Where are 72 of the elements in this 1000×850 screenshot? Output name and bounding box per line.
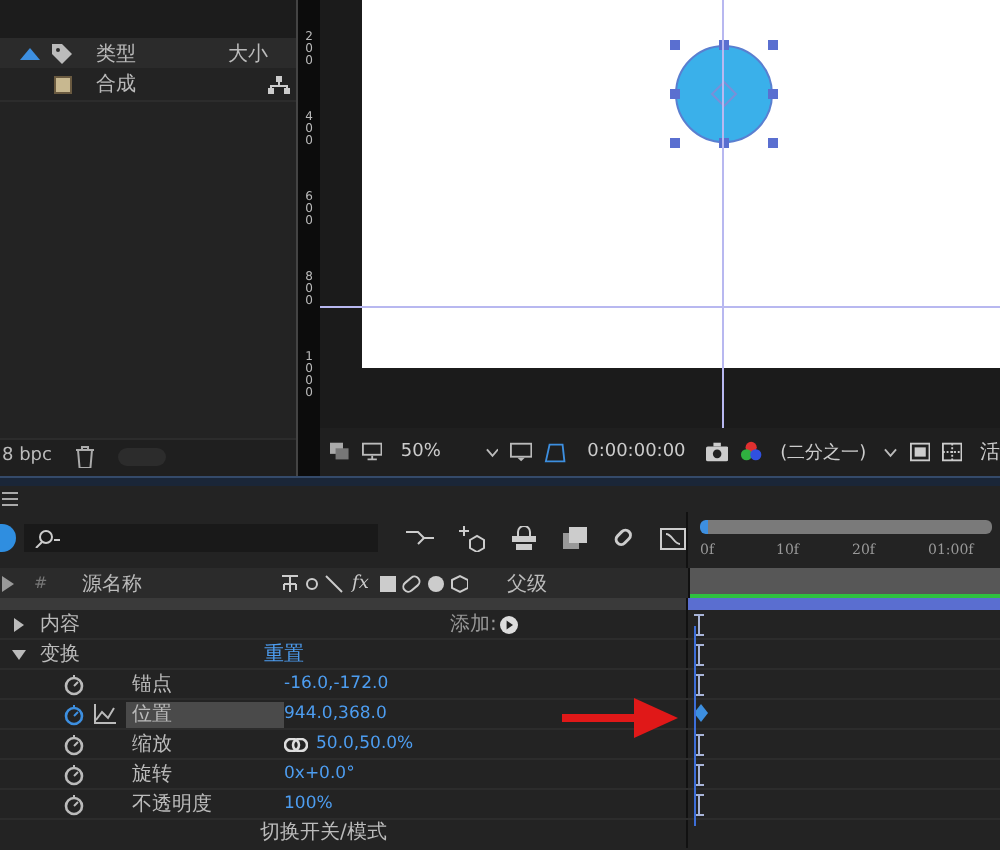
circle-shape-layer[interactable] xyxy=(668,38,780,150)
property-group-label[interactable]: 变换 xyxy=(40,640,264,668)
property-value[interactable]: 50.0,50.0% xyxy=(316,734,414,754)
region-icon[interactable] xyxy=(510,441,533,463)
property-name[interactable]: 位置 xyxy=(126,701,284,727)
graph-nodes-icon[interactable] xyxy=(406,528,434,548)
stopwatch-icon[interactable] xyxy=(64,733,84,755)
bracket-marker-icon xyxy=(694,764,704,786)
color-channels-icon[interactable] xyxy=(739,440,763,464)
active-camera-label[interactable]: 活 xyxy=(980,438,1000,466)
add-label[interactable]: 添加: xyxy=(450,610,497,638)
property-group-label[interactable]: 内容 xyxy=(40,610,264,638)
caret-icon[interactable] xyxy=(485,447,499,457)
bracket-marker-icon xyxy=(694,734,704,756)
camera-icon[interactable] xyxy=(705,442,728,462)
caret-icon[interactable] xyxy=(884,447,898,457)
composition-icon xyxy=(54,75,72,93)
flowchart-icon[interactable] xyxy=(268,75,290,93)
sparkle-cube-icon[interactable] xyxy=(458,525,486,551)
stopwatch-icon[interactable] xyxy=(64,673,84,695)
property-name[interactable]: 锚点 xyxy=(126,671,284,697)
effects-switch-header[interactable]: fx xyxy=(352,571,371,595)
resolution-dropdown[interactable]: (二分之一) xyxy=(774,439,873,465)
keyframe-icon[interactable] xyxy=(694,704,708,722)
frame-icon[interactable] xyxy=(909,442,930,462)
paperclip-icon[interactable] xyxy=(612,526,636,550)
timecode[interactable]: 0:00:00:00 xyxy=(587,442,686,462)
menu-icon[interactable] xyxy=(2,492,18,506)
monitor-icon[interactable] xyxy=(362,442,383,462)
column-header[interactable]: 类型 xyxy=(96,39,136,67)
bracket-marker-icon xyxy=(694,794,704,816)
layers-icon[interactable] xyxy=(330,442,351,462)
switches-icons-drawing[interactable] xyxy=(280,573,344,593)
column-header[interactable]: 父级 xyxy=(506,569,547,597)
trash-icon[interactable] xyxy=(75,445,94,467)
property-name[interactable]: 缩放 xyxy=(126,731,284,757)
property-name[interactable]: 旋转 xyxy=(126,761,284,787)
mask-icon[interactable] xyxy=(544,441,568,463)
arrow-drawing xyxy=(562,698,678,738)
bracket-marker-icon xyxy=(694,614,704,636)
bracket-marker-icon xyxy=(694,674,704,696)
bracket-marker-icon xyxy=(694,644,704,666)
property-value[interactable]: -16.0,-172.0 xyxy=(284,674,389,694)
project-item[interactable]: 合成 xyxy=(0,68,296,102)
collapsed-arrow-icon[interactable] xyxy=(12,617,26,631)
stopwatch-icon[interactable] xyxy=(64,763,84,785)
stopwatch-icon[interactable] xyxy=(64,793,84,815)
sort-arrow-icon[interactable] xyxy=(20,47,40,59)
graph-editor-icon[interactable] xyxy=(660,526,686,550)
search-field[interactable] xyxy=(23,524,378,552)
reset-link[interactable]: 重置 xyxy=(264,640,304,668)
stopwatch-icon[interactable] xyxy=(64,703,84,725)
property-value[interactable]: 100% xyxy=(284,794,333,814)
expanded-arrow-icon[interactable] xyxy=(12,647,26,661)
search-icon xyxy=(33,529,60,547)
grid-icon[interactable] xyxy=(941,442,962,462)
column-header[interactable]: 源名称 xyxy=(82,569,272,597)
property-value[interactable]: 944.0,368.0 xyxy=(284,704,387,724)
label-icon[interactable] xyxy=(2,575,14,591)
property-name[interactable]: 不透明度 xyxy=(126,791,284,817)
column-header[interactable]: 大小 xyxy=(228,39,268,67)
play-circle-icon[interactable] xyxy=(500,615,519,633)
lock-stack-icon[interactable] xyxy=(510,526,538,550)
zoom-dropdown[interactable]: 50% xyxy=(394,442,474,462)
property-value[interactable]: 0x+0.0° xyxy=(284,764,355,784)
switches-icons-drawing[interactable] xyxy=(378,573,469,593)
tag-icon[interactable] xyxy=(52,43,72,63)
bit-depth-label[interactable]: 8 bpc xyxy=(2,446,52,466)
toggle-switches-modes-button[interactable]: 切换开关/模式 xyxy=(260,822,387,846)
graph-icon[interactable] xyxy=(94,704,116,724)
stacked-frames-icon[interactable] xyxy=(562,526,588,550)
chain-link-icon[interactable] xyxy=(284,737,308,751)
